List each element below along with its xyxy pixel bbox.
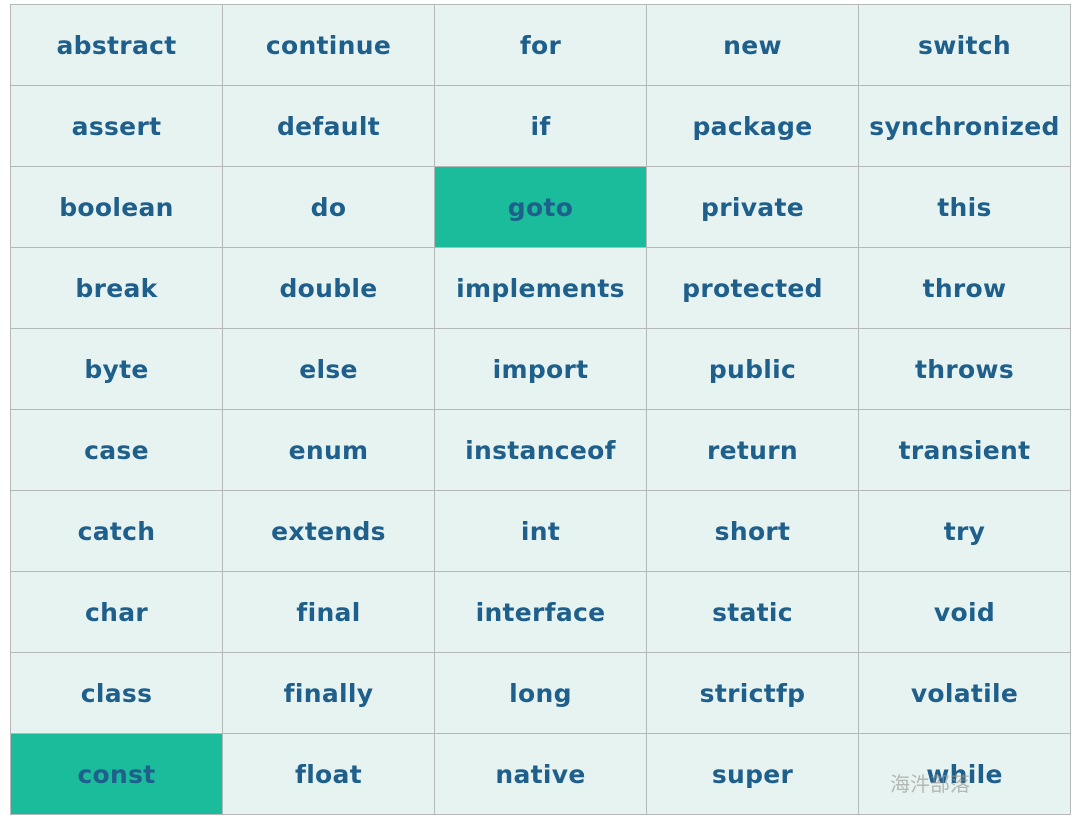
keyword-cell-synchronized: synchronized xyxy=(858,85,1071,167)
keyword-cell-throws: throws xyxy=(858,328,1071,410)
table-row: char final interface static void xyxy=(10,571,1071,653)
keyword-cell-this: this xyxy=(858,166,1071,248)
keyword-cell-continue: continue xyxy=(222,4,435,86)
table-row: break double implements protected throw xyxy=(10,247,1071,329)
keyword-cell-case: case xyxy=(10,409,223,491)
keyword-table: abstract continue for new switch assert defaul… xyxy=(10,4,1071,815)
keyword-cell-else: else xyxy=(222,328,435,410)
table-row: byte else import public throws xyxy=(10,328,1071,410)
table-row: abstract continue for new switch xyxy=(10,4,1071,86)
keyword-cell-final: final xyxy=(222,571,435,653)
keyword-cell-protected: protected xyxy=(646,247,859,329)
keyword-cell-highlighted-goto: goto xyxy=(434,166,647,248)
keyword-cell-strictfp: strictfp xyxy=(646,652,859,734)
keyword-cell-break: break xyxy=(10,247,223,329)
table-row: catch extends int short try xyxy=(10,490,1071,572)
keyword-cell-import: import xyxy=(434,328,647,410)
keyword-cell-transient: transient xyxy=(858,409,1071,491)
keyword-cell-catch: catch xyxy=(10,490,223,572)
keyword-cell-throw: throw xyxy=(858,247,1071,329)
keyword-cell-default: default xyxy=(222,85,435,167)
keyword-cell-public: public xyxy=(646,328,859,410)
table-row: class finally long strictfp volatile xyxy=(10,652,1071,734)
keyword-cell-super: super xyxy=(646,733,859,815)
table-row: assert default if package synchronized xyxy=(10,85,1071,167)
keyword-cell-highlighted-const: const xyxy=(10,733,223,815)
keyword-cell-volatile: volatile xyxy=(858,652,1071,734)
keyword-cell-switch: switch xyxy=(858,4,1071,86)
keyword-cell-instanceof: instanceof xyxy=(434,409,647,491)
keyword-cell-while: while xyxy=(858,733,1071,815)
keyword-cell-package: package xyxy=(646,85,859,167)
keyword-cell-native: native xyxy=(434,733,647,815)
keyword-cell-static: static xyxy=(646,571,859,653)
keyword-cell-void: void xyxy=(858,571,1071,653)
keyword-cell-for: for xyxy=(434,4,647,86)
keyword-cell-new: new xyxy=(646,4,859,86)
keyword-cell-byte: byte xyxy=(10,328,223,410)
keyword-cell-boolean: boolean xyxy=(10,166,223,248)
keyword-cell-long: long xyxy=(434,652,647,734)
keyword-cell-short: short xyxy=(646,490,859,572)
table-row: boolean do goto private this xyxy=(10,166,1071,248)
keyword-cell-double: double xyxy=(222,247,435,329)
keyword-cell-implements: implements xyxy=(434,247,647,329)
keyword-cell-char: char xyxy=(10,571,223,653)
keyword-cell-int: int xyxy=(434,490,647,572)
table-row: const float native super while xyxy=(10,733,1071,815)
keyword-cell-extends: extends xyxy=(222,490,435,572)
keyword-cell-return: return xyxy=(646,409,859,491)
table-row: case enum instanceof return transient xyxy=(10,409,1071,491)
keyword-cell-interface: interface xyxy=(434,571,647,653)
keyword-cell-if: if xyxy=(434,85,647,167)
keyword-cell-private: private xyxy=(646,166,859,248)
keyword-cell-abstract: abstract xyxy=(10,4,223,86)
keyword-cell-finally: finally xyxy=(222,652,435,734)
keyword-cell-float: float xyxy=(222,733,435,815)
keyword-cell-enum: enum xyxy=(222,409,435,491)
keyword-cell-do: do xyxy=(222,166,435,248)
keyword-cell-try: try xyxy=(858,490,1071,572)
keyword-cell-class: class xyxy=(10,652,223,734)
keyword-cell-assert: assert xyxy=(10,85,223,167)
